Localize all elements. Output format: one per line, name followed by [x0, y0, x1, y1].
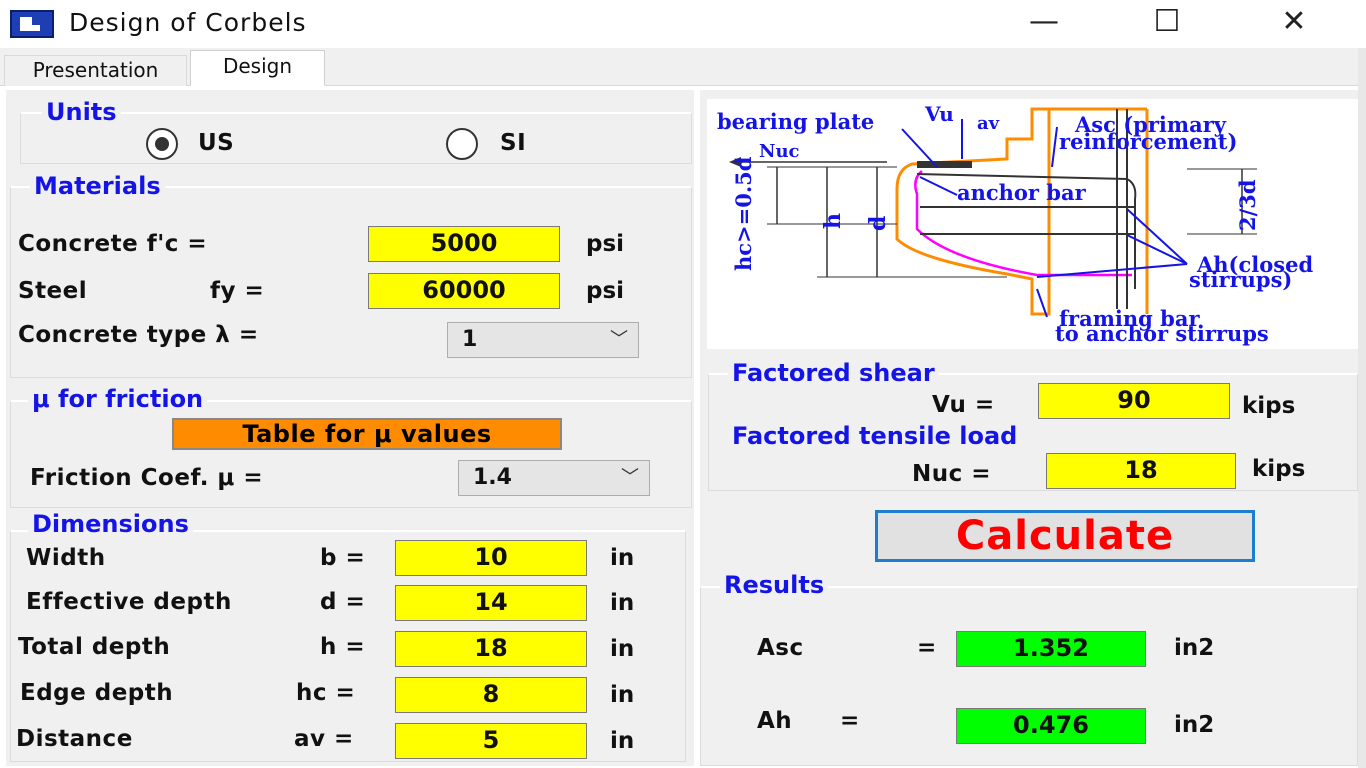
- label-anchor-bar: anchor bar: [957, 180, 1087, 205]
- asc-unit: in2: [1174, 635, 1215, 661]
- total-depth-label: Total depth: [18, 634, 171, 660]
- label-h: h: [820, 213, 846, 229]
- edge-depth-symbol: hc =: [296, 680, 356, 706]
- edge-depth-label: Edge depth: [20, 680, 174, 706]
- label-ah-2: stirrups): [1189, 267, 1292, 292]
- label-bearing-plate: bearing plate: [717, 109, 874, 134]
- ah-unit: in2: [1174, 712, 1215, 738]
- tab-design[interactable]: Design: [190, 50, 325, 86]
- nuc-label: Nuc =: [912, 461, 992, 487]
- label-av: av: [977, 113, 1000, 134]
- maximize-button[interactable]: ☐: [1135, 0, 1199, 48]
- calculate-button[interactable]: Calculate: [875, 510, 1255, 562]
- tab-presentation[interactable]: Presentation: [4, 55, 187, 86]
- left-panel: Units US SI Materials Concrete f'c = 500…: [6, 90, 694, 766]
- vu-unit: kips: [1242, 393, 1296, 419]
- effective-depth-label: Effective depth: [26, 589, 232, 615]
- width-field[interactable]: 10: [395, 540, 587, 576]
- window-title: Design of Corbels: [69, 8, 307, 37]
- distance-label: Distance: [16, 726, 133, 752]
- friction-title: μ for friction: [28, 385, 208, 413]
- dimensions-title: Dimensions: [28, 510, 193, 538]
- ah-result-field: 0.476: [956, 708, 1146, 744]
- radio-si-label[interactable]: SI: [500, 130, 526, 156]
- concrete-type-value: 1: [462, 327, 478, 352]
- close-button[interactable]: ✕: [1262, 0, 1326, 48]
- radio-us-label[interactable]: US: [198, 130, 234, 156]
- friction-coef-value: 1.4: [473, 465, 512, 490]
- minimize-button[interactable]: —: [1012, 0, 1076, 48]
- label-d: d: [865, 216, 891, 231]
- nuc-field[interactable]: 18: [1046, 453, 1236, 489]
- ah-equals: =: [840, 708, 860, 734]
- table-mu-button[interactable]: Table for μ values: [172, 418, 562, 450]
- label-vu: Vu: [924, 102, 954, 126]
- title-bar: Design of Corbels — ☐ ✕: [0, 0, 1366, 48]
- steel-unit: psi: [586, 278, 625, 304]
- total-depth-symbol: h =: [320, 634, 366, 660]
- radio-si[interactable]: [446, 128, 478, 160]
- chevron-down-icon: ﹀: [610, 329, 628, 350]
- concrete-label: Concrete f'c =: [18, 231, 208, 257]
- label-nuc: Nuc: [759, 141, 800, 162]
- concrete-fc-field[interactable]: 5000: [368, 226, 560, 262]
- total-depth-unit: in: [610, 636, 635, 662]
- units-group: [20, 112, 692, 164]
- chevron-down-icon: ﹀: [621, 467, 639, 488]
- width-unit: in: [610, 545, 635, 571]
- factored-shear-title: Factored shear: [728, 359, 939, 387]
- label-two-third-d: 2/3d: [1235, 179, 1260, 231]
- friction-coef-label: Friction Coef. μ =: [30, 465, 264, 491]
- concrete-type-label: Concrete type λ =: [18, 322, 259, 348]
- distance-unit: in: [610, 728, 635, 754]
- app-icon[interactable]: [10, 10, 54, 38]
- scrollbar[interactable]: [1358, 48, 1366, 768]
- asc-result-field: 1.352: [956, 631, 1146, 667]
- effective-depth-symbol: d =: [320, 589, 366, 615]
- vu-field[interactable]: 90: [1038, 383, 1230, 419]
- label-asc-2: reinforcement): [1059, 129, 1237, 154]
- ah-label: Ah: [757, 708, 793, 734]
- asc-label: Asc: [757, 635, 804, 661]
- steel-symbol: fy =: [210, 278, 265, 304]
- distance-field[interactable]: 5: [395, 723, 587, 759]
- effective-depth-unit: in: [610, 590, 635, 616]
- effective-depth-field[interactable]: 14: [395, 585, 587, 621]
- tab-strip: Presentation Design: [0, 48, 1366, 86]
- width-symbol: b =: [320, 545, 366, 571]
- corbel-diagram: bearing plate Vu av Asc (primary reinfor…: [707, 99, 1358, 349]
- friction-coef-select[interactable]: 1.4 ﹀: [458, 460, 650, 496]
- label-hc: hc>=0.5d: [731, 156, 756, 271]
- radio-us[interactable]: [146, 128, 178, 160]
- width-label: Width: [26, 545, 106, 571]
- nuc-unit: kips: [1252, 456, 1306, 482]
- factored-tensile-title: Factored tensile load: [728, 422, 1022, 450]
- label-framing-2: to anchor stirrups: [1055, 321, 1269, 346]
- steel-label: Steel: [18, 278, 88, 304]
- units-title: Units: [42, 98, 121, 126]
- distance-symbol: av =: [294, 726, 354, 752]
- total-depth-field[interactable]: 18: [395, 631, 587, 667]
- vu-label: Vu =: [932, 392, 995, 418]
- concrete-unit: psi: [586, 231, 625, 257]
- asc-equals: =: [917, 635, 937, 661]
- edge-depth-field[interactable]: 8: [395, 677, 587, 713]
- results-title: Results: [720, 571, 829, 599]
- steel-fy-field[interactable]: 60000: [368, 273, 560, 309]
- concrete-type-select[interactable]: 1 ﹀: [447, 322, 639, 358]
- edge-depth-unit: in: [610, 682, 635, 708]
- materials-title: Materials: [30, 172, 165, 200]
